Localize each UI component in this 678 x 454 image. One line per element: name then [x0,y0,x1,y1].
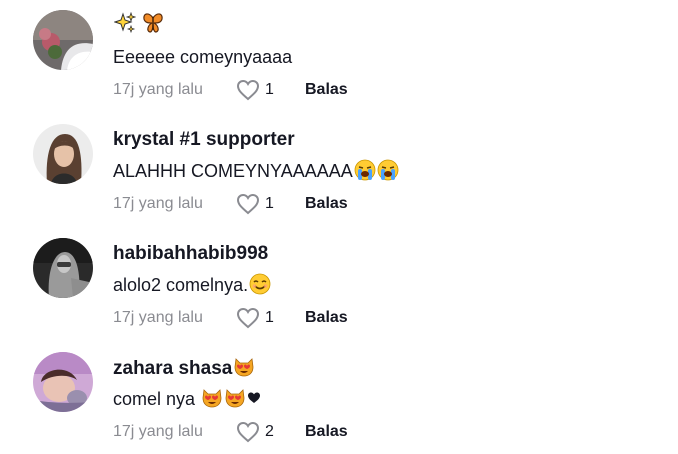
comment-text: alolo2 comelnya. [113,273,271,297]
comment-meta: 17j yang lalu 1 Balas [113,306,348,330]
butterfly-icon [142,12,164,34]
avatar[interactable] [33,238,93,298]
heart-eyes-cat-icon [224,387,246,409]
comment-timestamp: 17j yang lalu [113,81,203,98]
comment-timestamp: 17j yang lalu [113,423,203,440]
avatar[interactable] [33,352,93,412]
loudly-crying-face-icon [377,159,399,181]
black-heart-icon [247,387,261,409]
heart-eyes-cat-icon [201,387,223,409]
comment-text-content: alolo2 comelnya. [113,275,249,295]
comment-username[interactable]: krystal #1 supporter [113,128,295,152]
reply-button[interactable]: Balas [305,195,348,213]
comment-timestamp: 17j yang lalu [113,195,203,212]
username-text: zahara shasa [113,358,233,379]
comment-username[interactable]: zahara shasa [113,356,255,381]
heart-icon [236,79,260,101]
comment-list: Eeeeee comeynyaaaa 17j yang lalu 1 Balas… [0,0,678,454]
sparkles-icon [114,12,136,34]
comment-item: zahara shasa comel nya 17j yang lalu 2 B… [0,342,678,452]
comment-timestamp: 17j yang lalu [113,309,203,326]
reply-button[interactable]: Balas [305,423,348,441]
comment-item: habibahhabib998 alolo2 comelnya. 17j yan… [0,228,678,338]
comment-text-content: ALAHHH COMEYNYAAAAAA [113,161,353,181]
comment-meta: 17j yang lalu 2 Balas [113,420,348,444]
heart-icon [236,421,260,443]
comment-text: Eeeeee comeynyaaaa [113,45,292,69]
like-button[interactable]: 2 [236,421,305,443]
heart-icon [236,193,260,215]
heart-eyes-cat-icon [233,356,255,378]
smiling-face-icon [249,273,271,295]
comment-text: ALAHHH COMEYNYAAAAAA [113,159,399,183]
like-count: 1 [265,81,274,98]
comment-meta: 17j yang lalu 1 Balas [113,192,348,216]
like-button[interactable]: 1 [236,307,305,329]
comment-username[interactable]: habibahhabib998 [113,242,268,266]
comment-text-content: Eeeeee comeynyaaaa [113,47,293,67]
reply-button[interactable]: Balas [305,81,348,99]
like-count: 2 [265,423,274,440]
comment-text: comel nya [113,387,261,411]
username-text: krystal #1 supporter [113,129,295,150]
like-button[interactable]: 1 [236,79,305,101]
username-text: habibahhabib998 [113,243,269,264]
comment-username[interactable] [113,12,164,37]
like-button[interactable]: 1 [236,193,305,215]
comment-item: krystal #1 supporter ALAHHH COMEYNYAAAAA… [0,114,678,224]
avatar[interactable] [33,124,93,184]
like-count: 1 [265,195,274,212]
like-count: 1 [265,309,274,326]
loudly-crying-face-icon [354,159,376,181]
avatar[interactable] [33,10,93,70]
comment-meta: 17j yang lalu 1 Balas [113,78,348,102]
comment-text-content: comel nya [113,389,196,409]
heart-icon [236,307,260,329]
reply-button[interactable]: Balas [305,309,348,327]
comment-item: Eeeeee comeynyaaaa 17j yang lalu 1 Balas [0,0,678,110]
